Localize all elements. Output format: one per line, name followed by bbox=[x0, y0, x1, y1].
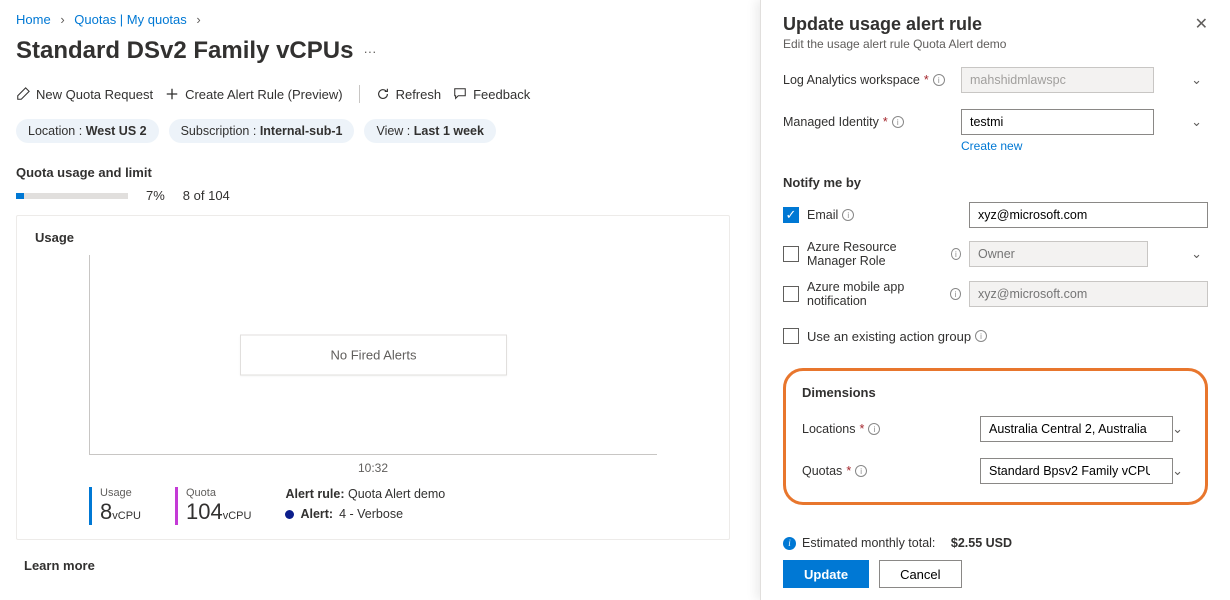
new-quota-request-button[interactable]: New Quota Request bbox=[16, 87, 153, 102]
usage-of: 8 of 104 bbox=[183, 188, 230, 203]
arm-role-select bbox=[969, 241, 1148, 267]
plus-icon bbox=[165, 87, 179, 101]
chevron-down-icon: ⌄ bbox=[1172, 421, 1183, 437]
feedback-icon bbox=[453, 87, 467, 101]
panel-subtitle: Edit the usage alert rule Quota Alert de… bbox=[783, 37, 1006, 51]
info-icon[interactable]: i bbox=[950, 288, 961, 300]
usage-pct: 7% bbox=[146, 188, 165, 203]
estimated-total: i Estimated monthly total: $2.55 USD bbox=[783, 536, 1208, 550]
mobile-app-checkbox[interactable] bbox=[783, 286, 799, 302]
page-title: Standard DSv2 Family vCPUs bbox=[16, 37, 353, 65]
managed-identity-label: Managed Identity*i bbox=[783, 115, 961, 129]
chart-title: Usage bbox=[35, 230, 711, 245]
breadcrumb-quotas[interactable]: Quotas | My quotas bbox=[74, 12, 187, 27]
existing-action-group-checkbox[interactable] bbox=[783, 328, 799, 344]
filter-location[interactable]: Location : West US 2 bbox=[16, 119, 159, 143]
breadcrumb-home[interactable]: Home bbox=[16, 12, 51, 27]
managed-identity-select[interactable] bbox=[961, 109, 1154, 135]
info-icon: i bbox=[783, 537, 796, 550]
usage-progress-bar bbox=[16, 193, 128, 199]
usage-card: Usage No Fired Alerts 10:32 Usage 8vCPU … bbox=[16, 215, 730, 540]
quotas-label: Quotas*i bbox=[802, 464, 980, 478]
dimensions-highlight-frame: Dimensions Locations*i ⌄ Quotas*i ⌄ bbox=[783, 368, 1208, 505]
quotas-select[interactable] bbox=[980, 458, 1173, 484]
info-icon[interactable]: i bbox=[975, 330, 987, 342]
filter-subscription[interactable]: Subscription : Internal-sub-1 bbox=[169, 119, 355, 143]
create-new-link[interactable]: Create new bbox=[961, 139, 1208, 153]
more-actions-button[interactable]: ··· bbox=[363, 44, 376, 65]
quota-usage-heading: Quota usage and limit bbox=[16, 165, 730, 180]
close-panel-button[interactable]: ✕ bbox=[1195, 14, 1208, 34]
chart-area: No Fired Alerts bbox=[89, 255, 657, 455]
chevron-right-icon: › bbox=[196, 12, 200, 27]
notify-heading: Notify me by bbox=[783, 175, 1208, 190]
chevron-down-icon: ⌄ bbox=[1172, 463, 1183, 479]
refresh-button[interactable]: Refresh bbox=[376, 87, 442, 102]
update-button[interactable]: Update bbox=[783, 560, 869, 588]
arm-role-checkbox[interactable] bbox=[783, 246, 799, 262]
info-icon[interactable]: i bbox=[855, 465, 867, 477]
edit-icon bbox=[16, 87, 30, 101]
learn-more-heading: Learn more bbox=[24, 558, 730, 573]
breadcrumb: Home › Quotas | My quotas › bbox=[16, 12, 730, 27]
chart-x-tick: 10:32 bbox=[35, 461, 711, 475]
email-input[interactable] bbox=[969, 202, 1208, 228]
law-select bbox=[961, 67, 1154, 93]
divider bbox=[359, 85, 360, 103]
law-label: Log Analytics workspace*i bbox=[783, 73, 961, 87]
filter-view[interactable]: View : Last 1 week bbox=[364, 119, 495, 143]
email-checkbox[interactable]: ✓ bbox=[783, 207, 799, 223]
feedback-button[interactable]: Feedback bbox=[453, 87, 530, 102]
create-alert-rule-button[interactable]: Create Alert Rule (Preview) bbox=[165, 87, 343, 102]
severity-dot-icon bbox=[285, 510, 294, 519]
info-icon[interactable]: i bbox=[892, 116, 904, 128]
dimensions-heading: Dimensions bbox=[802, 385, 1189, 400]
chevron-down-icon: ⌄ bbox=[1191, 114, 1202, 130]
mobile-app-input bbox=[969, 281, 1208, 307]
refresh-icon bbox=[376, 87, 390, 101]
stat-quota: Quota 104vCPU bbox=[175, 487, 251, 525]
chevron-right-icon: › bbox=[60, 12, 64, 27]
stat-usage: Usage 8vCPU bbox=[89, 487, 141, 525]
chevron-down-icon: ⌄ bbox=[1191, 72, 1202, 88]
info-icon[interactable]: i bbox=[868, 423, 880, 435]
locations-select[interactable] bbox=[980, 416, 1173, 442]
info-icon[interactable]: i bbox=[933, 74, 945, 86]
chevron-down-icon: ⌄ bbox=[1191, 246, 1202, 262]
info-icon[interactable]: i bbox=[842, 209, 854, 221]
panel-title: Update usage alert rule bbox=[783, 14, 1006, 35]
no-fired-alerts-message: No Fired Alerts bbox=[240, 334, 508, 375]
info-icon[interactable]: i bbox=[951, 248, 961, 260]
locations-label: Locations*i bbox=[802, 422, 980, 436]
update-alert-panel: Update usage alert rule Edit the usage a… bbox=[760, 0, 1230, 600]
alert-rule-info: Alert rule: Quota Alert demo Alert: 4 - … bbox=[285, 487, 445, 521]
cancel-button[interactable]: Cancel bbox=[879, 560, 961, 588]
